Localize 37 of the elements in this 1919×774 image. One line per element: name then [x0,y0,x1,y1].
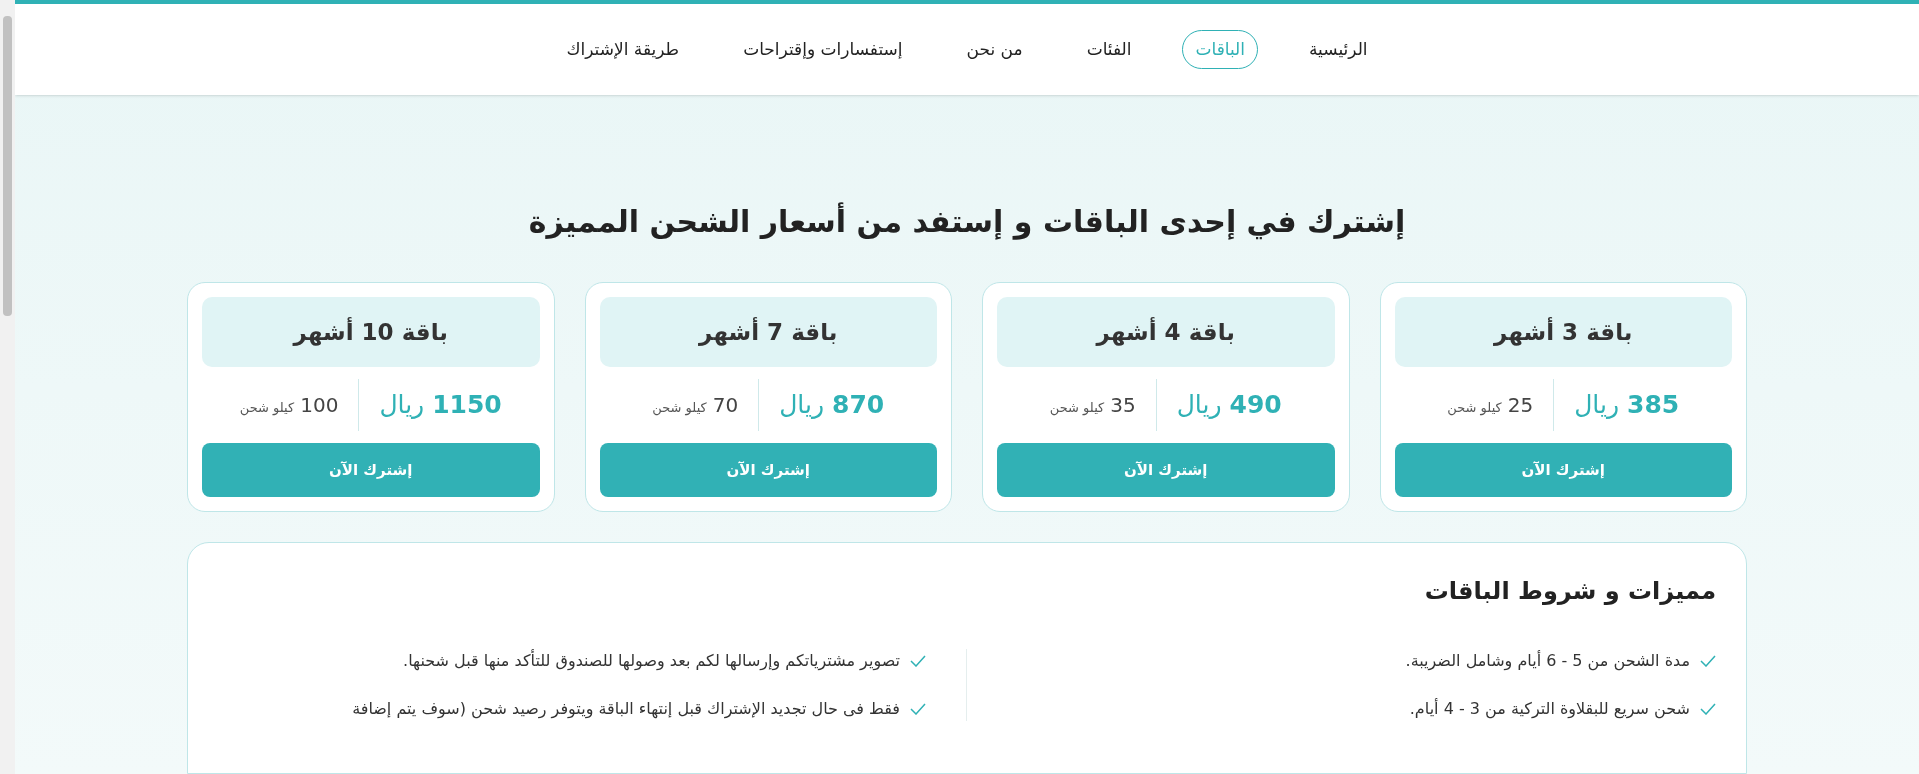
plan-title: باقة 10 أشهر [202,297,540,367]
price-currency: ريال [379,389,425,422]
nav-link[interactable]: الرئيسية [1296,29,1381,70]
price-currency: ريال [1176,389,1222,422]
weight-unit: كيلو شحن [1447,399,1502,418]
plan-title: باقة 3 أشهر [1394,297,1732,367]
check-icon [910,703,926,715]
nav-link[interactable]: الفئات [1073,29,1145,70]
feature-text: شحن سريع للبقلاوة التركية من 3 - 4 أيام. [1409,697,1690,721]
scrollbar[interactable] [0,0,15,774]
price-amount: 1150 [432,389,502,422]
nav-link[interactable]: طريقة الإشتراك [553,29,693,70]
price-amount: 385 [1627,389,1680,422]
check-icon [910,655,926,667]
check-icon [1700,703,1716,715]
price-currency: ريال [779,389,824,422]
plan-title: باقة 4 أشهر [997,297,1335,367]
weight-unit: كيلو شحن [1049,399,1105,418]
feature-text: مدة الشحن من 5 - 6 أيام وشامل الضريبة. [1405,649,1690,673]
page-heading: إشترك في إحدى الباقات و إستفد من أسعار الشحن المميزة [527,201,1407,242]
price-amount: 490 [1229,389,1282,422]
nav-link[interactable]: إستفسارات وإقتراحات [730,29,916,70]
section-title: مميزات و شروط الباقات [1423,576,1716,607]
weight-amount: 100 [300,392,339,419]
feature-text: تصوير مشترياتكم وإرسالها لكم بعد وصولها للصندوق للتأكد منها قبل شحنها. [403,649,900,673]
weight-unit: كيلو شحن [239,399,295,418]
weight-amount: 35 [1110,392,1136,419]
nav-link[interactable]: من نحن [953,29,1036,70]
weight-amount: 70 [712,392,739,419]
weight-amount: 25 [1507,392,1534,419]
plan-title: باقة 7 أشهر [599,297,937,367]
price-currency: ريال [1574,389,1619,422]
feature-text: فقط فى حال تجديد الإشتراك قبل إنتهاء الباقة ويتوفر رصيد شحن (سوف يتم إضافة [352,698,900,721]
price-amount: 870 [832,389,885,422]
scrollbar-thumb[interactable] [3,16,12,316]
weight-unit: كيلو شحن [652,399,707,418]
check-icon [1700,655,1716,667]
